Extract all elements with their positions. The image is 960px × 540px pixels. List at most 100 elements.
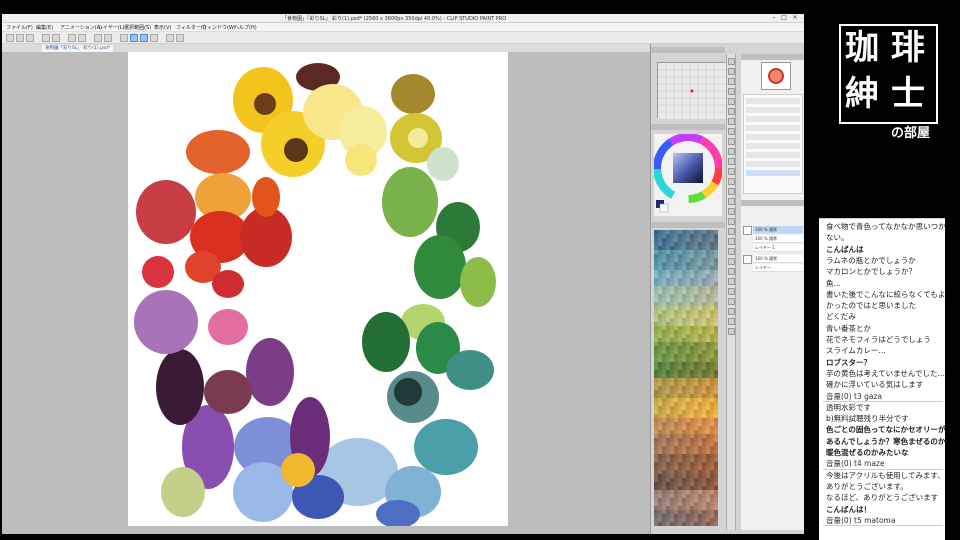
tool-icon[interactable] [728,278,735,285]
color-set-palette[interactable] [654,230,718,528]
chat-message: ない。 [826,233,849,243]
save-icon[interactable] [26,34,34,42]
brush-icon[interactable] [176,34,184,42]
tool-icon[interactable] [728,68,735,75]
logo-char: 珈 [845,28,879,68]
tool-icon[interactable] [728,248,735,255]
canvas-tab[interactable]: 食物園「彩りSL」 彩り(1).psd* [42,45,114,52]
color-swatch[interactable] [714,522,718,526]
chat-message: 確かに浮いている気はします [826,380,924,390]
menu-select[interactable]: 選択範囲(S) [124,24,151,31]
logo-subtitle: の部屋 [891,126,931,141]
snap-icon[interactable] [120,34,128,42]
ruler-snap-icon[interactable] [130,34,138,42]
tool-icon[interactable] [728,238,735,245]
menu-file[interactable]: ファイル(F) [6,24,33,31]
menu-animation[interactable]: アニメーション(A) [60,24,102,31]
menu-window[interactable]: ウィンドウ(W) [202,24,236,31]
transform-icon[interactable] [94,34,102,42]
tool-icon[interactable] [728,228,735,235]
layer-label: 100 % 通常 [755,236,777,241]
tool-icon[interactable] [728,188,735,195]
undo-icon[interactable] [42,34,50,42]
open-icon[interactable] [16,34,24,42]
tool-icon[interactable] [728,178,735,185]
clear-icon[interactable] [68,34,76,42]
stream-frame: 「食物園」「彩りSL」 彩り(1).psd* (2560 x 3600px 35… [0,0,960,540]
tool-icon[interactable] [728,108,735,115]
chat-message: 花でネモフィラはどうでしょう [826,335,931,344]
canvas-area[interactable] [2,52,650,534]
sub-tool-list[interactable] [743,94,803,194]
layer-thumbnail [743,226,752,235]
deselect-icon[interactable] [104,34,112,42]
tool-icon[interactable] [728,208,735,215]
chat-message: 青い番茶とか [826,323,871,333]
tool-icon[interactable] [728,58,735,65]
chat-message: こんばんは [826,244,864,254]
tool-icon[interactable] [728,218,735,225]
chat-message: ロブスター？ [826,357,871,367]
logo-char: 琲 [891,28,925,68]
tool-icon[interactable] [728,138,735,145]
menu-bar: ファイル(F) 編集(E) アニメーション(A) レイヤー(L) 選択範囲(S)… [2,23,804,32]
chat-message: ラムネの瓶とかでしょうか [826,255,916,265]
tool-icon[interactable] [728,168,735,175]
tool-icon[interactable] [728,128,735,135]
chat-message: なるほど、ありがとうございます [826,493,939,503]
tool-icon[interactable] [728,328,735,335]
tool-icon[interactable] [728,148,735,155]
chat-message: スライムカレー… [826,346,886,356]
layer-row[interactable]: 100 % 通常 [753,226,803,234]
fill-icon[interactable] [78,34,86,42]
close-icon[interactable]: × [791,15,799,21]
tool-icon[interactable] [728,258,735,265]
layer-panel-header [741,200,804,206]
tool-icon[interactable] [728,318,735,325]
channel-logo: 珈 琲 紳 士 の部屋 [839,24,940,144]
chat-message: 魚… [826,278,841,288]
tool-icon[interactable] [728,78,735,85]
artwork-canvas[interactable] [128,52,508,526]
color-wheel-panel[interactable] [653,133,723,216]
color-icon[interactable] [166,34,174,42]
tool-icon[interactable] [728,118,735,125]
chat-message: 暖色混ぜるのかみたいな [826,448,909,457]
layer-label: レイヤー [755,265,771,270]
tool-icon[interactable] [728,268,735,275]
layer-row[interactable]: 100 % 通常 [753,235,803,243]
tool-icon[interactable] [728,308,735,315]
layer-label: 100 % 通常 [755,227,777,232]
special-ruler-icon[interactable] [140,34,148,42]
layer-thumbnail [743,255,752,264]
chat-message: b)無料試聴残り半分です [826,414,909,424]
color-set-header [651,222,725,228]
chat-message: 書いた後でこんなに絞らなくてもよ [826,289,945,299]
grid-icon[interactable] [150,34,158,42]
tool-icon[interactable] [728,88,735,95]
menu-help[interactable]: ヘルプ(H) [234,24,257,31]
layer-row[interactable]: レイヤー [753,264,803,272]
navigator-panel[interactable] [657,62,726,119]
menu-layer[interactable]: レイヤー(L) [98,24,125,31]
layer-row[interactable]: 100 % 通常 [753,255,803,263]
new-file-icon[interactable] [6,34,14,42]
layer-label: レイヤー 1 [755,245,775,250]
menu-edit[interactable]: 編集(E) [36,24,53,31]
layer-panel: 100 % 通常 100 % 通常 レイヤー 1 100 % 通常 レイヤー [741,54,804,530]
tool-icon[interactable] [728,98,735,105]
tool-icon[interactable] [728,298,735,305]
layer-row[interactable]: レイヤー 1 [753,244,803,252]
tool-column [726,54,736,530]
navigator-header [651,47,725,53]
redo-icon[interactable] [52,34,60,42]
minimize-icon[interactable]: – [770,15,778,21]
chat-message: あるんでしょうか？寒色まぜるのか [826,436,945,446]
color-wheel-header [651,124,725,130]
menu-view[interactable]: 表示(V) [154,24,171,31]
maximize-icon[interactable]: □ [780,15,788,21]
tool-icon[interactable] [728,198,735,205]
tool-icon[interactable] [728,158,735,165]
chat-message: 今後はアクリルも使用してみます、 [826,470,945,480]
tool-icon[interactable] [728,288,735,295]
